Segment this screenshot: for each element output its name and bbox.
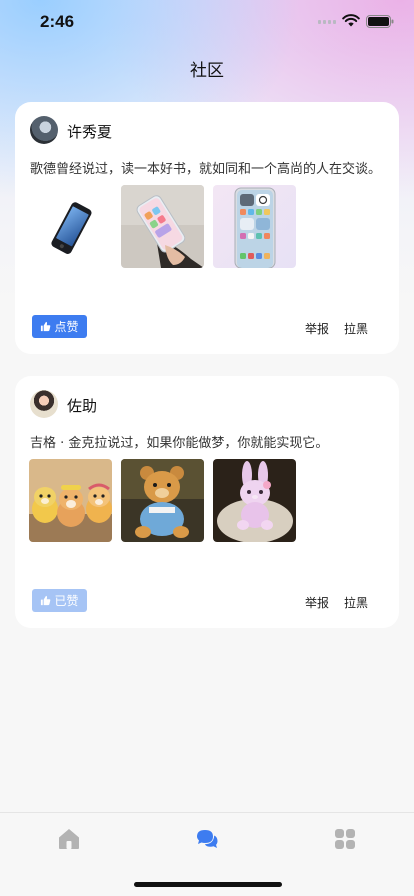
post-text: 吉格 · 金克拉说过，如果你能做梦，你就能实现它。 — [30, 436, 329, 451]
avatar[interactable] — [30, 116, 58, 144]
phone-image[interactable] — [29, 185, 112, 268]
avatar[interactable] — [30, 390, 58, 418]
post-card: 佐助 吉格 · 金克拉说过，如果你能做梦，你就能实现它。 已赞 举报 拉黑 — [15, 376, 399, 628]
battery-icon — [366, 15, 394, 28]
phone-screen-image[interactable] — [213, 185, 296, 268]
block-button[interactable]: 拉黑 — [344, 594, 368, 611]
home-indicator — [134, 882, 282, 887]
status-time: 2:46 — [40, 12, 75, 31]
like-label: 点赞 — [54, 320, 79, 334]
post-text: 歌德曾经说过，读一本好书，就如同和一个高尚的人在交谈。 — [30, 162, 382, 177]
post-images — [29, 185, 296, 268]
post-username[interactable]: 许秀夏 — [67, 121, 112, 142]
thumbs-up-icon — [41, 595, 51, 606]
bunny-plush-image[interactable] — [213, 459, 296, 542]
grid-apps-icon[interactable] — [333, 827, 357, 851]
phone-in-hand-image[interactable] — [121, 185, 204, 268]
plush-dogs-image[interactable] — [29, 459, 112, 542]
post-images — [29, 459, 296, 542]
wifi-icon — [342, 14, 360, 27]
page-title: 社区 — [190, 61, 224, 81]
post-card: 许秀夏 歌德曾经说过，读一本好书，就如同和一个高尚的人在交谈。 点赞 举报 拉黑 — [15, 102, 399, 354]
status-bar: 2:46 — [0, 0, 414, 46]
chat-bubbles-icon[interactable] — [195, 827, 219, 851]
thumbs-up-icon — [41, 321, 51, 332]
cellular-signal-icon — [318, 20, 336, 24]
like-button[interactable]: 点赞 — [32, 315, 87, 338]
report-button[interactable]: 举报 — [305, 320, 329, 337]
like-label: 已赞 — [54, 594, 79, 608]
liked-button[interactable]: 已赞 — [32, 589, 87, 612]
post-username[interactable]: 佐助 — [67, 395, 97, 416]
report-button[interactable]: 举报 — [305, 594, 329, 611]
block-button[interactable]: 拉黑 — [344, 320, 368, 337]
teddy-bear-image[interactable] — [121, 459, 204, 542]
home-icon[interactable] — [57, 827, 81, 851]
